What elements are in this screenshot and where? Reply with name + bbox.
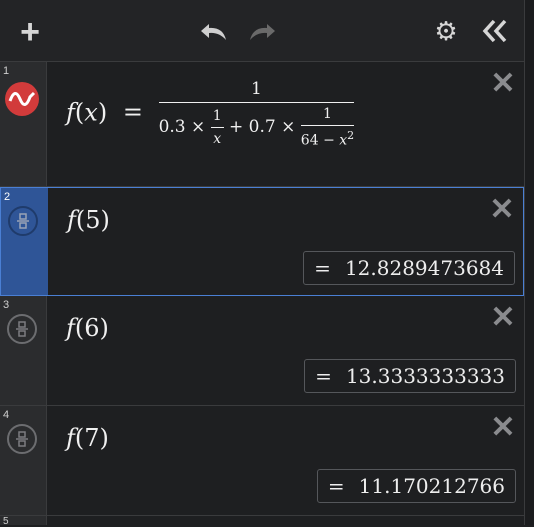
function-name: f [67, 206, 76, 234]
expression-row-3[interactable]: 3 f(6) ✕ = 13.3333333333 [0, 296, 524, 406]
times-sign: × [281, 116, 296, 137]
function-name: f [66, 424, 75, 452]
term2-fraction: 1 64 − x2 [300, 106, 355, 149]
row-index: 1 [3, 65, 10, 77]
result-value: 11.170212766 [358, 474, 505, 498]
result-box: = 13.3333333333 [304, 359, 516, 393]
main-fraction: 1 0.3 × 1 x + 0.7 × 1 64 − x2 [158, 79, 355, 149]
main-denominator: 0.3 × 1 x + 0.7 × 1 64 − x2 [159, 103, 355, 149]
result-box: = 12.8289473684 [303, 251, 515, 285]
close-icon[interactable]: ✕ [490, 69, 516, 99]
expression-row-5[interactable]: 5 [0, 516, 524, 527]
equals-sign: = [122, 98, 143, 127]
term2-den-variable: x [339, 132, 348, 149]
term2-den-constant: 64 [300, 132, 319, 149]
row-index: 4 [3, 409, 10, 421]
row-index: 5 [3, 516, 9, 527]
function-definition[interactable]: f(x) = 1 0.3 × 1 x + 0.7 × 1 64 − x2 [66, 79, 355, 149]
equals-sign: = [314, 256, 331, 280]
double-chevron-left-icon[interactable] [478, 15, 512, 47]
function-call[interactable]: f(7) [66, 424, 109, 452]
toolbar: + ⚙ [0, 0, 534, 62]
equals-sign: = [315, 364, 332, 388]
row-gutter: 1 [0, 62, 47, 186]
fraction-toggle-icon[interactable] [8, 206, 38, 236]
term2-coefficient: 0.7 [248, 116, 276, 137]
equals-sign: = [327, 474, 345, 498]
term1-fraction: 1 x [210, 107, 224, 147]
function-call[interactable]: f(6) [66, 314, 109, 342]
close-icon[interactable]: ✕ [490, 413, 516, 443]
function-argument: 5 [85, 206, 101, 234]
panel-edge [524, 0, 534, 525]
redo-icon[interactable] [246, 17, 278, 47]
result-box: = 11.170212766 [316, 469, 516, 503]
result-value: 13.3333333333 [345, 364, 505, 388]
plus-sign: + [229, 116, 244, 137]
fraction-toggle-icon[interactable] [7, 314, 37, 344]
row-index: 3 [3, 299, 10, 311]
close-icon[interactable]: ✕ [489, 195, 515, 225]
undo-icon[interactable] [198, 17, 230, 47]
function-name: f [66, 314, 75, 342]
function-call[interactable]: f(5) [67, 206, 110, 234]
term2-numerator: 1 [323, 106, 332, 122]
main-numerator: 1 [250, 79, 262, 99]
plus-icon[interactable]: + [14, 15, 46, 49]
function-variable: x [84, 98, 98, 127]
minus-sign: − [323, 132, 335, 149]
function-argument: 7 [84, 424, 100, 452]
term1-denominator: x [213, 130, 222, 147]
close-icon[interactable]: ✕ [490, 303, 516, 333]
row-gutter: 5 [0, 516, 47, 527]
function-argument: 6 [84, 314, 100, 342]
term2-den-exponent: 2 [347, 129, 355, 142]
result-value: 12.8289473684 [344, 256, 504, 280]
row-index: 2 [4, 191, 11, 203]
expression-row-2[interactable]: 2 f(5) ✕ = 12.8289473684 [0, 187, 524, 296]
gear-icon[interactable]: ⚙ [432, 16, 460, 46]
expression-row-4[interactable]: 4 f(7) ✕ = 11.170212766 [0, 406, 524, 516]
function-wave-icon[interactable] [5, 82, 39, 116]
fraction-toggle-icon[interactable] [7, 424, 37, 454]
row-gutter: 2 [1, 188, 48, 295]
term1-numerator: 1 [212, 107, 222, 124]
expression-row-1[interactable]: 1 f(x) = 1 0.3 × 1 x + 0.7 × 1 64 − x2 ✕ [0, 62, 524, 187]
term1-coefficient: 0.3 [158, 116, 186, 137]
row-gutter: 4 [0, 406, 47, 515]
row-gutter: 3 [0, 296, 47, 405]
function-name: f [66, 98, 75, 127]
term2-denominator: 64 − x2 [301, 126, 354, 149]
times-sign: × [191, 116, 206, 137]
